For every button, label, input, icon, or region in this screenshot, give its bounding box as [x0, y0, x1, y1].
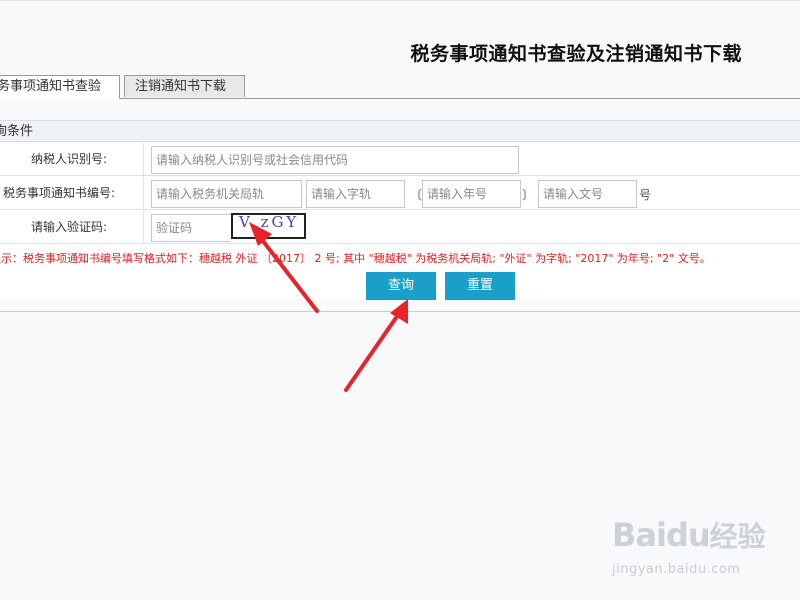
- watermark-url: jingyan.baidu.com: [612, 562, 741, 577]
- taxpayer-id-label: 纳税人识别号:: [0, 143, 144, 175]
- tab-notice-verify[interactable]: 务事项通知书查验: [0, 75, 120, 99]
- arrow-to-query-icon: [344, 299, 408, 392]
- captcha-input[interactable]: [151, 214, 231, 242]
- taxpayer-id-input[interactable]: [151, 146, 519, 174]
- hao-label: 号: [639, 188, 652, 202]
- section-header: 询条件: [0, 120, 800, 142]
- captcha-image-text: V zGY: [239, 213, 300, 231]
- tab-bar: 务事项通知书查验 注销通知书下载: [0, 75, 800, 99]
- watermark-cn: 经验: [709, 520, 766, 553]
- notice-number-label: 税务事项通知书编号:: [0, 177, 144, 209]
- year-input[interactable]: [422, 180, 521, 208]
- reset-button[interactable]: 重置: [445, 272, 515, 300]
- bottom-divider: [0, 311, 800, 312]
- tab-cancel-download[interactable]: 注销通知书下载: [124, 75, 245, 97]
- bracket-close: 〕: [522, 188, 535, 202]
- doc-number-input[interactable]: [538, 180, 637, 208]
- captcha-label: 请输入验证码:: [0, 211, 144, 243]
- word-input[interactable]: [306, 180, 405, 208]
- baidu-watermark-icon: Baidu经验: [612, 515, 766, 555]
- watermark-logo: Baidu: [612, 516, 711, 554]
- format-hint: 提示：税务事项通知书编号填写格式如下：穗越税 外证 〔2017〕 2 号; 其中…: [0, 252, 711, 265]
- authority-input[interactable]: [151, 180, 302, 208]
- captcha-image[interactable]: V zGY: [231, 213, 306, 239]
- top-divider: [0, 0, 800, 1]
- bracket-open: 〔: [410, 188, 423, 202]
- section-title: 询条件: [0, 124, 34, 139]
- query-button[interactable]: 查询: [366, 272, 436, 300]
- captcha-row: 请输入验证码:: [0, 211, 800, 244]
- page-title: 税务事项通知书查验及注销通知书下载: [410, 43, 742, 65]
